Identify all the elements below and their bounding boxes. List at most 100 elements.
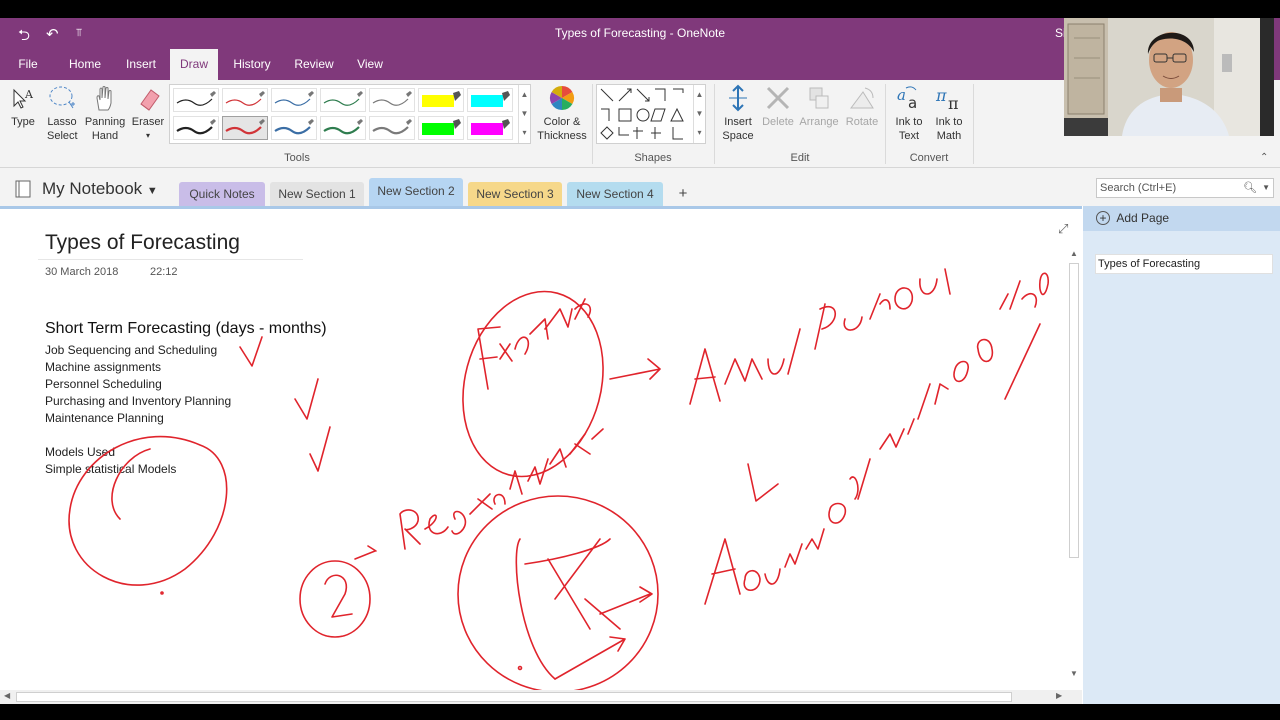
add-page-label: Add Page bbox=[1116, 211, 1170, 225]
eraser-dropdown-icon[interactable]: ▾ bbox=[128, 129, 168, 143]
search-placeholder: Search (Ctrl+E) bbox=[1100, 182, 1177, 194]
pen-blue-thick[interactable] bbox=[271, 116, 317, 140]
scroll-up-icon[interactable]: ▲ bbox=[694, 85, 705, 104]
section-tab-new-section-3[interactable]: New Section 3 bbox=[468, 182, 562, 206]
horizontal-scrollbar[interactable]: ◀ ▶ bbox=[0, 690, 1082, 704]
pen-black-thin[interactable] bbox=[173, 88, 219, 112]
ribbon-separator bbox=[973, 84, 974, 164]
pen-red-thin[interactable] bbox=[222, 88, 268, 112]
tab-history[interactable]: History bbox=[228, 49, 276, 80]
color-thickness-button[interactable]: Color & Thickness bbox=[537, 84, 587, 143]
scroll-up-icon[interactable]: ▲ bbox=[519, 85, 530, 104]
highlighter-cyan[interactable] bbox=[467, 88, 513, 112]
section-tab-new-section-2[interactable]: New Section 2 bbox=[369, 178, 463, 206]
shapes-group-label: Shapes bbox=[634, 152, 672, 164]
add-page-button[interactable]: + Add Page bbox=[1083, 206, 1280, 231]
shapes-grid-icon[interactable] bbox=[597, 85, 693, 143]
rotate-icon bbox=[850, 87, 874, 109]
arrange-button[interactable]: Arrange bbox=[798, 84, 840, 129]
delete-x-icon bbox=[766, 86, 790, 110]
panning-label: Panning Hand bbox=[84, 116, 126, 142]
collapse-ribbon-icon[interactable]: ⌃ bbox=[1260, 152, 1268, 163]
ink-check-mark bbox=[309, 426, 331, 472]
pen-stroke-icon bbox=[372, 119, 412, 135]
ribbon-separator bbox=[885, 84, 886, 164]
ink-arrow bbox=[354, 545, 377, 560]
eraser-button[interactable]: Eraser ▾ bbox=[128, 84, 168, 143]
pen-gray-thin[interactable] bbox=[369, 88, 415, 112]
tab-review[interactable]: Review bbox=[290, 49, 338, 80]
svg-text:a: a bbox=[908, 94, 917, 112]
delete-button[interactable]: Delete bbox=[758, 84, 798, 129]
highlighter-magenta[interactable] bbox=[467, 116, 513, 140]
pen-black-thick[interactable] bbox=[173, 116, 219, 140]
insert-space-button[interactable]: Insert Space bbox=[718, 84, 758, 143]
color-thickness-label: Color & Thickness bbox=[537, 116, 587, 142]
edit-group-label: Edit bbox=[790, 152, 810, 164]
tab-file[interactable]: File bbox=[8, 49, 48, 80]
more-icon[interactable]: ▾ bbox=[519, 123, 530, 142]
tab-draw[interactable]: Draw bbox=[170, 49, 218, 80]
tab-home[interactable]: Home bbox=[62, 49, 108, 80]
pen-red-thick-selected[interactable] bbox=[222, 116, 268, 140]
tab-view[interactable]: View bbox=[350, 49, 390, 80]
color-wheel-icon bbox=[549, 86, 575, 110]
more-icon[interactable]: ▾ bbox=[694, 123, 705, 142]
expand-page-icon[interactable]: ⤢ bbox=[1058, 221, 1068, 237]
ink-number-2 bbox=[324, 574, 353, 618]
pen-gray-thick[interactable] bbox=[369, 116, 415, 140]
section-tab-new-section-1[interactable]: New Section 1 bbox=[270, 182, 364, 206]
webcam-video-overlay bbox=[1064, 18, 1274, 136]
search-input[interactable]: Search (Ctrl+E) 🔍︎ ▼ bbox=[1096, 178, 1274, 198]
vertical-scrollbar[interactable]: ▲ ▼ bbox=[1068, 249, 1081, 683]
ink-check-mark bbox=[294, 378, 319, 420]
chevron-down-icon: ▼ bbox=[146, 185, 158, 197]
tab-insert[interactable]: Insert bbox=[120, 49, 162, 80]
ink-annotations[interactable] bbox=[0, 209, 1068, 690]
pen-green-thick[interactable] bbox=[320, 116, 366, 140]
ink-to-math-label: Ink to Math bbox=[935, 116, 963, 142]
type-button[interactable]: A Type bbox=[6, 84, 40, 129]
arrange-icon bbox=[809, 87, 829, 109]
pen-green-thin[interactable] bbox=[320, 88, 366, 112]
plus-circle-icon: + bbox=[1096, 211, 1110, 225]
pen-gallery-scroll[interactable]: ▲ ▼ ▾ bbox=[518, 85, 530, 143]
ink-to-text-icon: aa bbox=[897, 86, 917, 112]
panning-hand-button[interactable]: Panning Hand bbox=[84, 84, 126, 143]
horizontal-scroll-thumb[interactable] bbox=[16, 692, 1012, 702]
shapes-gallery: ▲ ▼ ▾ bbox=[596, 84, 706, 144]
rotate-label: Rotate bbox=[845, 116, 879, 128]
notebook-name[interactable]: My Notebook ▼ bbox=[42, 179, 158, 199]
add-section-button[interactable]: + bbox=[668, 182, 698, 206]
ink-arrow bbox=[554, 636, 626, 680]
search-scope-dropdown-icon[interactable]: ▼ bbox=[1262, 179, 1270, 197]
scroll-down-icon[interactable]: ▼ bbox=[519, 104, 530, 123]
page-canvas[interactable]: Types of Forecasting 30 March 2018 22:12… bbox=[0, 206, 1082, 690]
search-icon[interactable]: 🔍︎ bbox=[1243, 179, 1257, 197]
page-item-types-of-forecasting[interactable]: Types of Forecasting bbox=[1095, 254, 1273, 274]
lasso-select-button[interactable]: Lasso Select bbox=[42, 84, 82, 143]
pen-stroke-icon bbox=[225, 119, 265, 135]
pen-blue-thin[interactable] bbox=[271, 88, 317, 112]
scroll-down-icon[interactable]: ▼ bbox=[694, 104, 705, 123]
type-label: Type bbox=[11, 116, 35, 128]
ink-dot bbox=[160, 591, 164, 595]
ink-to-text-button[interactable]: aa Ink to Text bbox=[889, 84, 929, 143]
section-tab-quick-notes[interactable]: Quick Notes bbox=[179, 182, 265, 206]
ink-to-math-button[interactable]: ππ Ink to Math bbox=[929, 84, 969, 143]
highlighter-green[interactable] bbox=[418, 116, 464, 140]
scroll-right-icon[interactable]: ▶ bbox=[1056, 691, 1062, 700]
shapes-gallery-scroll[interactable]: ▲ ▼ ▾ bbox=[693, 85, 705, 143]
highlighter-yellow[interactable] bbox=[418, 88, 464, 112]
vertical-scroll-thumb[interactable] bbox=[1069, 263, 1079, 558]
ink-words-amount-of-milk-demand bbox=[704, 272, 1049, 605]
scroll-up-icon[interactable]: ▲ bbox=[1070, 249, 1078, 258]
scroll-down-icon[interactable]: ▼ bbox=[1070, 669, 1078, 678]
convert-group-label: Convert bbox=[909, 152, 949, 164]
pen-stroke-icon bbox=[176, 91, 216, 106]
rotate-button[interactable]: Rotate bbox=[842, 84, 882, 129]
section-tab-new-section-4[interactable]: New Section 4 bbox=[567, 182, 663, 206]
scroll-left-icon[interactable]: ◀ bbox=[4, 691, 10, 700]
delete-label: Delete bbox=[762, 116, 794, 128]
pen-gallery: ▲ ▼ ▾ bbox=[169, 84, 531, 144]
